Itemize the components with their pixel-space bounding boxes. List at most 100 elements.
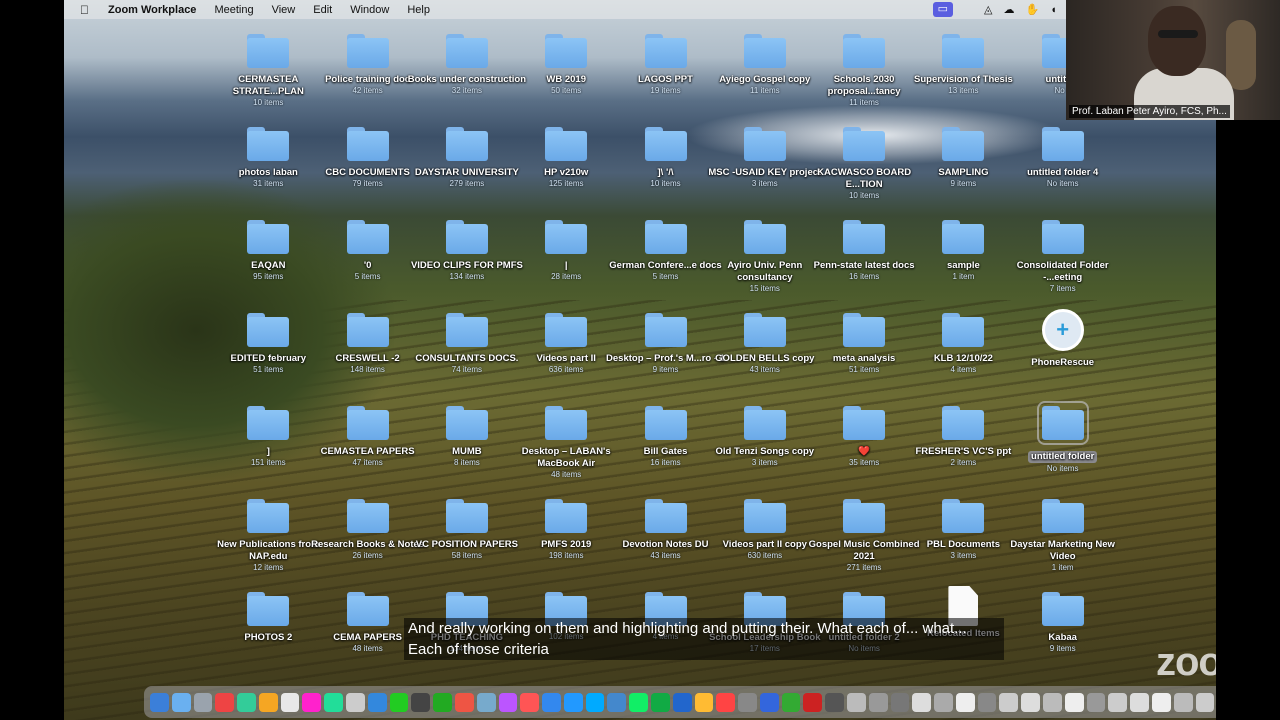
dock-app-icon[interactable] — [890, 692, 910, 712]
item-count: No items — [1046, 464, 1079, 473]
folder-icon — [942, 34, 985, 68]
dock-app-icon[interactable] — [1195, 692, 1215, 712]
dock-app-icon[interactable] — [825, 692, 844, 712]
desktop-item[interactable]: untitled folder No items — [1003, 398, 1123, 474]
dock-app-icon[interactable] — [912, 692, 932, 712]
folder-icon — [346, 406, 389, 440]
background-person — [1226, 20, 1256, 90]
menu-edit[interactable]: Edit — [313, 4, 332, 16]
dock-app-icon[interactable] — [324, 692, 344, 712]
item-count: No items — [1046, 179, 1079, 188]
participant-video[interactable]: Prof. Laban Peter Ayiro, FCS, Ph... — [1066, 0, 1280, 120]
speaker-face — [1148, 6, 1206, 76]
desktop-icon-grid: CERMASTEA STRATE...PLAN 10 items Police tr… — [64, 22, 1216, 682]
desktop-item[interactable]: Daystar Marketing New Video 1 item — [1003, 491, 1123, 573]
cloud-status-icon[interactable]: ☁ — [1004, 3, 1015, 16]
dock-app-icon[interactable] — [781, 692, 801, 712]
dock-app-icon[interactable] — [1021, 692, 1041, 712]
zoom-watermark: zoom — [1156, 640, 1216, 684]
dock-app-icon[interactable] — [1108, 692, 1128, 712]
dock-app-icon[interactable] — [476, 692, 496, 712]
folder-icon — [247, 406, 290, 440]
dock-app-icon[interactable] — [280, 692, 300, 712]
folder-icon — [247, 313, 290, 347]
folder-icon — [743, 499, 786, 533]
ear-icon[interactable]: ◖ — [1050, 4, 1057, 16]
dock — [144, 686, 1216, 718]
dock-app-icon[interactable] — [999, 692, 1019, 712]
folder-icon — [743, 127, 786, 161]
dock-app-icon[interactable] — [193, 692, 213, 712]
dock-app-icon[interactable] — [542, 692, 561, 712]
dock-app-icon[interactable] — [1173, 692, 1193, 712]
dock-app-icon[interactable] — [803, 692, 823, 712]
dock-app-icon[interactable] — [1043, 692, 1062, 712]
folder-icon — [346, 127, 389, 161]
dock-app-icon[interactable] — [607, 692, 627, 712]
dock-app-icon[interactable] — [215, 692, 235, 712]
dock-app-icon[interactable] — [433, 692, 452, 712]
dock-app-icon[interactable] — [302, 692, 322, 712]
dock-app-icon[interactable] — [563, 692, 583, 712]
dock-app-icon[interactable] — [258, 692, 278, 712]
dock-app-icon[interactable] — [150, 692, 169, 712]
folder-icon — [445, 34, 488, 68]
dock-app-icon[interactable] — [1130, 692, 1149, 712]
app-status-icon[interactable]: ◬ — [984, 3, 992, 16]
menu-help[interactable]: Help — [407, 4, 430, 16]
folder-icon — [644, 499, 687, 533]
dock-app-icon[interactable] — [367, 692, 387, 712]
dock-app-icon[interactable] — [847, 692, 866, 712]
menu-view[interactable]: View — [272, 4, 296, 16]
desktop-item[interactable]: + PhoneRescue — [1003, 305, 1123, 369]
folder-icon — [644, 313, 687, 347]
dock-app-icon[interactable] — [520, 692, 540, 712]
desktop-item[interactable]: Consolidated Folder -...eeting 7 items — [1003, 212, 1123, 294]
app-menu[interactable]: Zoom Workplace — [108, 4, 196, 16]
folder-icon — [247, 220, 290, 254]
closed-caption: And really working on them and highlight… — [404, 618, 1004, 660]
folder-icon — [1041, 127, 1084, 161]
dock-app-icon[interactable] — [694, 692, 714, 712]
dock-app-icon[interactable] — [171, 692, 191, 712]
dock-app-icon[interactable] — [1151, 692, 1171, 712]
apple-icon[interactable]:  — [80, 3, 94, 17]
dock-app-icon[interactable] — [585, 692, 605, 712]
item-name: PhoneRescue — [1031, 357, 1095, 368]
cursor-icon[interactable]: ✋ — [1026, 3, 1040, 16]
desktop-item[interactable]: untitled folder 4 No items — [1003, 119, 1123, 189]
screen-share-icon[interactable]: ▭ — [932, 2, 954, 17]
folder-icon — [545, 499, 588, 533]
dock-app-icon[interactable] — [977, 692, 997, 712]
dock-app-icon[interactable] — [1064, 692, 1084, 712]
dock-app-icon[interactable] — [498, 692, 518, 712]
dock-app-icon[interactable] — [650, 692, 670, 712]
dock-app-icon[interactable] — [738, 692, 757, 712]
dock-app-icon[interactable] — [1086, 692, 1106, 712]
dock-app-icon[interactable] — [672, 692, 692, 712]
dock-app-icon[interactable] — [454, 692, 474, 712]
dock-app-icon[interactable] — [716, 692, 736, 712]
dock-app-icon[interactable] — [934, 692, 953, 712]
dock-app-icon[interactable] — [955, 692, 975, 712]
folder-icon — [247, 127, 290, 161]
speaker-glasses — [1158, 30, 1198, 38]
item-count: 12 items — [253, 563, 284, 572]
folder-icon — [346, 499, 389, 533]
dock-app-icon[interactable] — [411, 692, 431, 712]
dock-app-icon[interactable] — [868, 692, 888, 712]
dock-app-icon[interactable] — [629, 692, 648, 712]
dock-app-icon[interactable] — [237, 692, 256, 712]
folder-icon — [346, 592, 389, 626]
folder-icon — [1041, 499, 1084, 533]
menu-meeting[interactable]: Meeting — [214, 4, 253, 16]
folder-icon — [247, 592, 290, 626]
dock-app-icon[interactable] — [346, 692, 365, 712]
menu-window[interactable]: Window — [350, 4, 389, 16]
dock-app-icon[interactable] — [389, 692, 409, 712]
dock-app-icon[interactable] — [759, 692, 779, 712]
folder-icon — [942, 499, 985, 533]
item-count: 11 items — [849, 98, 879, 107]
desktop-item[interactable]: Kabaa 9 items — [1003, 584, 1123, 654]
folder-icon — [644, 220, 687, 254]
